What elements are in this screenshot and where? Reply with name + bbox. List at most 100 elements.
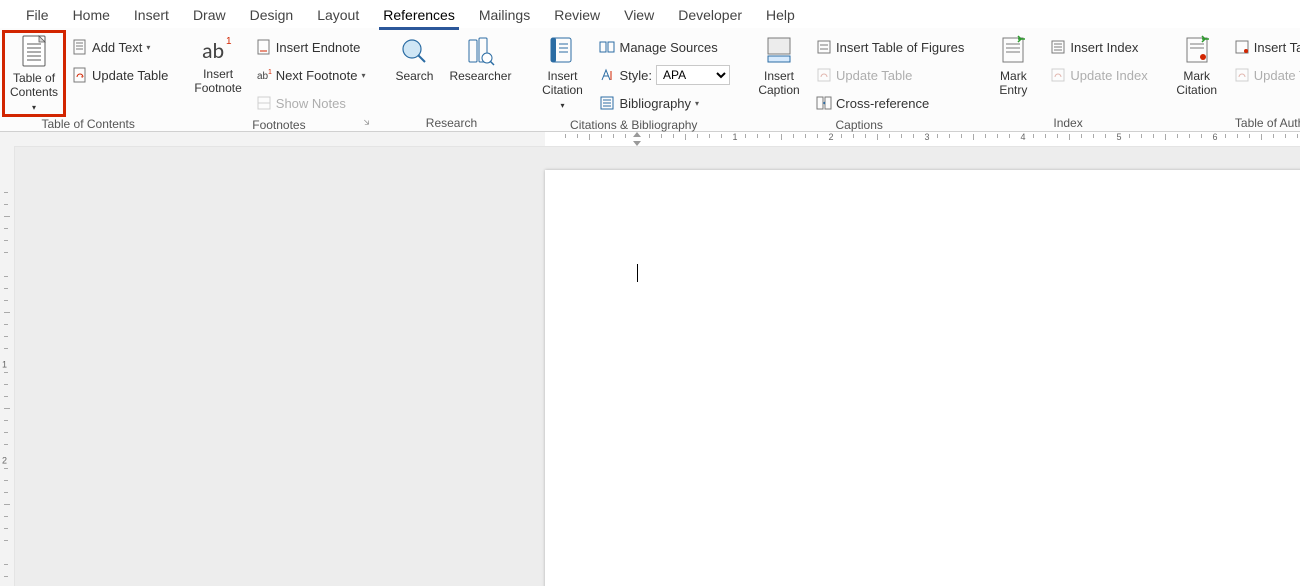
vruler-minor-tick [4,288,8,289]
ruler-minor-tick [949,134,950,138]
ruler-minor-tick [685,134,686,140]
group-title-citations: Citations & Bibliography [533,116,734,133]
show-notes-label: Show Notes [276,96,346,111]
group-research: Search Researcher Research [379,32,523,131]
first-line-indent-marker[interactable] [633,132,641,137]
vruler-minor-tick [4,300,8,301]
caption-icon [762,34,796,68]
bibliography-icon [599,95,615,111]
show-notes-button[interactable]: Show Notes [252,90,370,116]
researcher-button[interactable]: Researcher [443,32,517,86]
style-label: Style: [619,68,652,83]
chevron-down-icon: ▾ [146,43,150,52]
vruler-minor-tick [4,312,10,313]
insert-index-label: Insert Index [1070,40,1138,55]
menu-tab-draw[interactable]: Draw [181,3,238,28]
style-icon [599,67,615,83]
hanging-indent-marker[interactable] [633,141,641,146]
next-footnote-button[interactable]: ab1 Next Footnote ▾ [252,62,370,88]
toa-icon [1234,39,1250,55]
update-index-icon [1050,67,1066,83]
insert-citation-button[interactable]: Insert Citation ▾ [533,32,591,113]
insert-caption-button[interactable]: Insert Caption [750,32,808,100]
vruler-minor-tick [4,432,8,433]
insert-tof-button[interactable]: Insert Table of Figures [812,34,968,60]
mark-entry-icon [996,34,1030,68]
group-title-footnotes[interactable]: Footnotes [188,116,369,133]
captions-update-table-button[interactable]: Update Table [812,62,968,88]
ruler-minor-tick [1249,134,1250,138]
add-text-button[interactable]: Add Text ▾ [68,34,172,60]
insert-index-button[interactable]: Insert Index [1046,34,1151,60]
menu-tab-design[interactable]: Design [238,3,306,28]
ruler-minor-tick [601,134,602,138]
search-button[interactable]: Search [385,32,443,86]
update-index-button[interactable]: Update Index [1046,62,1151,88]
document-page[interactable] [545,170,1300,586]
ribbon: Table of Contents ▾ Add Text ▾ Update Ta… [0,28,1300,132]
group-title-toc: Table of Contents [4,115,172,132]
toc-button-label: Table of Contents [10,71,58,99]
document-workspace[interactable]: 12 123456 [0,132,1300,586]
ruler-minor-tick [793,134,794,138]
group-title-index: Index [984,114,1151,131]
ruler-minor-tick [1273,134,1274,138]
ruler-minor-tick [781,134,782,140]
insert-tof-label: Insert Table of Figures [836,40,964,55]
menu-tab-help[interactable]: Help [754,3,807,28]
vruler-minor-tick [4,396,8,397]
insert-endnote-button[interactable]: Insert Endnote [252,34,370,60]
ruler-minor-tick [877,134,878,140]
ruler-minor-tick [613,134,614,138]
ruler-minor-tick [673,134,674,138]
update-table-icon [816,67,832,83]
ruler-minor-tick [1225,134,1226,138]
ruler-minor-tick [913,134,914,138]
vruler-minor-tick [4,504,10,505]
cross-reference-button[interactable]: Cross-reference [812,90,968,116]
menu-tab-home[interactable]: Home [61,3,122,28]
bibliography-button[interactable]: Bibliography ▾ [595,90,734,116]
researcher-icon [463,34,497,68]
menu-tab-mailings[interactable]: Mailings [467,3,542,28]
svg-text:ab: ab [257,71,269,82]
ruler-minor-tick [721,134,722,138]
vruler-minor-tick [4,216,10,217]
update-table-icon [1234,67,1250,83]
citation-style-select[interactable]: APA [656,65,730,85]
menu-tab-layout[interactable]: Layout [305,3,371,28]
manage-sources-button[interactable]: Manage Sources [595,34,734,60]
chevron-down-icon: ▾ [32,103,36,112]
mark-citation-button[interactable]: Mark Citation [1168,32,1226,100]
endnote-icon [256,39,272,55]
horizontal-ruler[interactable]: 123456 [14,132,1300,147]
ruler-minor-tick [1069,134,1070,140]
ruler-minor-tick [985,134,986,138]
mark-citation-icon [1180,34,1214,68]
chevron-down-icon: ▾ [695,99,699,108]
menu-tab-view[interactable]: View [612,3,666,28]
ruler-minor-tick [853,134,854,138]
vruler-minor-tick [4,540,8,541]
insert-toa-button[interactable]: Insert Table of Authorities [1230,34,1300,60]
toc-update-table-button[interactable]: Update Table [68,62,172,88]
vruler-minor-tick [4,420,8,421]
insert-footnote-button[interactable]: ab 1 Insert Footnote [188,32,247,98]
show-notes-icon [256,95,272,111]
menu-tab-references[interactable]: References [371,3,467,28]
toa-update-table-button[interactable]: Update Table [1230,62,1300,88]
insert-citation-label: Insert Citation [542,69,583,97]
menu-tab-insert[interactable]: Insert [122,3,181,28]
vruler-minor-tick [4,492,8,493]
menu-tab-file[interactable]: File [14,3,61,28]
ruler-minor-tick [865,134,866,138]
group-toa: Mark Citation Insert Table of Authoritie… [1162,32,1300,131]
vertical-ruler[interactable]: 12 [0,146,15,586]
ruler-minor-tick [565,134,566,138]
menu-tab-review[interactable]: Review [542,3,612,28]
table-of-contents-button[interactable]: Table of Contents ▾ [4,32,64,115]
vruler-minor-tick [4,252,8,253]
menu-tab-developer[interactable]: Developer [666,3,754,28]
mark-entry-button[interactable]: Mark Entry [984,32,1042,100]
ruler-minor-tick [625,134,626,138]
